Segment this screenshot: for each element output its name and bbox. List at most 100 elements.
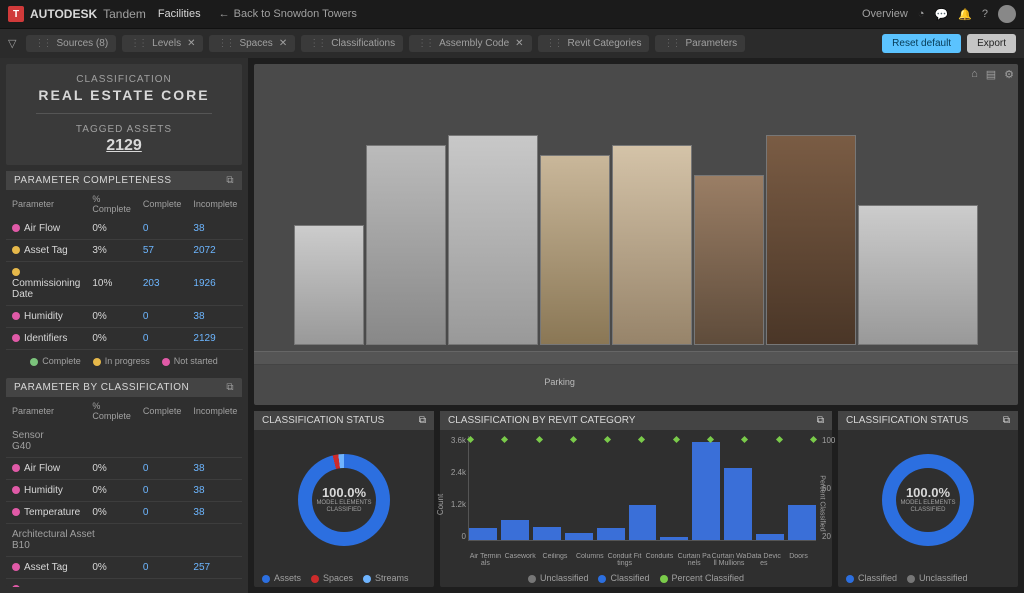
bar[interactable]: [629, 505, 657, 540]
parking-label: Parking: [544, 377, 575, 387]
close-icon[interactable]: ✕: [279, 38, 287, 49]
top-nav: T AUTODESK Tandem Facilities ← Back to S…: [0, 0, 1024, 28]
popout-icon[interactable]: ⧉: [817, 415, 824, 426]
classification-hero: CLASSIFICATION REAL ESTATE CORE TAGGED A…: [6, 64, 242, 165]
chart-title: CLASSIFICATION BY REVIT CATEGORY: [448, 415, 635, 426]
legend-percent-classified: Percent Classified: [672, 573, 745, 583]
donut-legend: Assets Spaces Streams: [254, 569, 434, 587]
donut-chart[interactable]: 100.0% MODEL ELEMENTS CLASSIFIED: [298, 454, 390, 546]
model-viewport[interactable]: ⌂ ▤ ⚙ Parking: [254, 64, 1018, 405]
close-icon[interactable]: ✕: [187, 38, 195, 49]
table-row[interactable]: Air Flow0%038: [6, 218, 243, 240]
brand: T AUTODESK Tandem: [8, 6, 146, 22]
chip-spaces[interactable]: ⋮⋮Spaces✕: [209, 35, 295, 52]
table-row[interactable]: Humidity0%038: [6, 480, 242, 502]
group-architectural-label: Architectural Asset: [12, 529, 95, 540]
bar[interactable]: [501, 520, 529, 540]
classification-status-card-1: CLASSIFICATION STATUS ⧉ 100.0% MODEL ELEM…: [254, 411, 434, 587]
table-row[interactable]: Asset Tag0%0257: [6, 557, 242, 579]
legend-unclassified: Unclassified: [919, 573, 968, 583]
panel-title: PARAMETER BY CLASSIFICATION: [14, 382, 189, 393]
avatar[interactable]: [998, 5, 1016, 23]
arrow-left-icon: ←: [219, 8, 230, 20]
popout-icon[interactable]: ⧉: [1003, 415, 1010, 426]
bar-chart[interactable]: 3.6k2.4k1.2k0 Count 1006020 Percent Clas…: [440, 430, 832, 569]
close-icon[interactable]: ✕: [515, 38, 523, 49]
col-incomplete: Incomplete: [187, 397, 242, 425]
param-completeness-table: Parameter % Complete Complete Incomplete…: [6, 190, 243, 350]
chip-assembly-code[interactable]: ⋮⋮Assembly Code✕: [409, 35, 531, 52]
nav-section[interactable]: Facilities: [158, 8, 201, 20]
col-parameter: Parameter: [6, 190, 86, 218]
chip-sources[interactable]: ⋮⋮Sources (8): [26, 35, 116, 52]
legend-classified: Classified: [610, 573, 649, 583]
legend-progress: In progress: [105, 356, 150, 366]
table-row[interactable]: Identifiers0%02129: [6, 328, 243, 350]
panel-title: PARAMETER COMPLETENESS: [14, 175, 172, 186]
bar-legend: Unclassified Classified Percent Classifi…: [440, 569, 832, 587]
brand-product: Tandem: [103, 7, 146, 21]
chip-label: Revit Categories: [568, 38, 642, 49]
tagged-assets-label: TAGGED ASSETS: [16, 124, 232, 135]
funnel-icon[interactable]: ▽: [8, 37, 16, 50]
overview-link[interactable]: Overview: [862, 8, 908, 20]
bar[interactable]: [788, 505, 816, 540]
bar[interactable]: [565, 533, 593, 540]
tagged-assets-value[interactable]: 2129: [16, 137, 232, 155]
table-row[interactable]: Air Flow0%038: [6, 458, 242, 480]
chip-label: Classifications: [331, 38, 395, 49]
charts-row: CLASSIFICATION STATUS ⧉ 100.0% MODEL ELEM…: [254, 411, 1018, 587]
donut-pct: 100.0%: [906, 485, 950, 500]
bar[interactable]: [756, 534, 784, 540]
classification-label: CLASSIFICATION: [16, 74, 232, 85]
chat-icon[interactable]: 💬: [934, 8, 948, 21]
bar[interactable]: [533, 527, 561, 540]
bar[interactable]: [597, 528, 625, 540]
classification-by-revit-card: CLASSIFICATION BY REVIT CATEGORY ⧉ 3.6k2.…: [440, 411, 832, 587]
export-button[interactable]: Export: [967, 34, 1016, 53]
right-content: ⌂ ▤ ⚙ Parking CLASSIFICATION STATUS ⧉: [248, 58, 1024, 593]
bar[interactable]: [660, 537, 688, 540]
col-complete: Complete: [137, 190, 188, 218]
chip-label: Sources (8): [56, 38, 108, 49]
col-complete: Complete: [137, 397, 188, 425]
chip-parameters[interactable]: ⋮⋮Parameters: [655, 35, 745, 52]
chip-classifications[interactable]: ⋮⋮Classifications: [301, 35, 403, 52]
table-row[interactable]: Asset Tag3%572072: [6, 240, 243, 262]
donut-pct: 100.0%: [322, 485, 366, 500]
donut-sub: MODEL ELEMENTS CLASSIFIED: [312, 500, 376, 513]
popout-icon[interactable]: ⧉: [226, 175, 234, 186]
chip-label: Parameters: [685, 38, 737, 49]
help-icon[interactable]: ?: [982, 8, 988, 20]
brand-logo-icon: T: [8, 6, 24, 22]
table-row[interactable]: Temperature0%038: [6, 502, 242, 524]
col-parameter: Parameter: [6, 397, 86, 425]
table-row[interactable]: Humidity0%038: [6, 306, 243, 328]
legend-classified: Classified: [858, 573, 897, 583]
legend-unclassified: Unclassified: [540, 573, 589, 583]
group-sensor-sub: G40: [12, 441, 31, 452]
table-row[interactable]: Commissioning Date0%0257: [6, 579, 242, 588]
donut-legend: Classified Unclassified: [838, 569, 1018, 587]
donut-chart[interactable]: 100.0% MODEL ELEMENTS CLASSIFIED: [882, 454, 974, 546]
left-sidebar: CLASSIFICATION REAL ESTATE CORE TAGGED A…: [0, 58, 248, 593]
legend-complete: Complete: [42, 356, 81, 366]
bell-icon[interactable]: 🔔: [958, 8, 972, 21]
chart-title: CLASSIFICATION STATUS: [846, 415, 968, 426]
parameter-by-classification-panel: PARAMETER BY CLASSIFICATION ⧉ Parameter …: [6, 378, 242, 587]
chip-revit-categories[interactable]: ⋮⋮Revit Categories: [538, 35, 650, 52]
donut-sub: MODEL ELEMENTS CLASSIFIED: [896, 500, 960, 513]
bar[interactable]: [724, 468, 752, 540]
bar[interactable]: [469, 528, 497, 540]
y2-axis-label: Percent Classified: [818, 475, 825, 531]
clock-icon[interactable]: ◔: [918, 8, 925, 20]
chip-levels[interactable]: ⋮⋮Levels✕: [122, 35, 203, 52]
chip-label: Spaces: [239, 38, 272, 49]
popout-icon[interactable]: ⧉: [419, 415, 426, 426]
chart-title: CLASSIFICATION STATUS: [262, 415, 384, 426]
reset-default-button[interactable]: Reset default: [882, 34, 961, 53]
table-row[interactable]: Commissioning Date10%2031926: [6, 262, 243, 306]
back-link[interactable]: ← Back to Snowdon Towers: [219, 8, 357, 20]
bar[interactable]: [692, 442, 720, 540]
popout-icon[interactable]: ⧉: [226, 382, 234, 393]
